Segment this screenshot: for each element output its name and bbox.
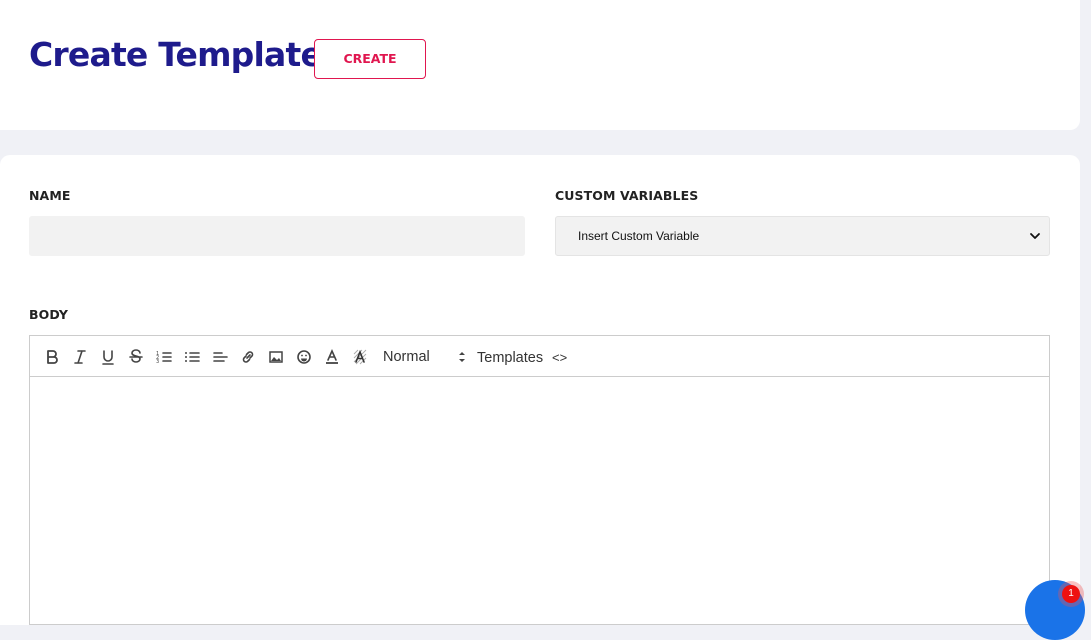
templates-dropdown[interactable]: Templates bbox=[477, 348, 543, 368]
background-color-icon[interactable] bbox=[351, 348, 369, 366]
custom-variable-selected-value: Insert Custom Variable bbox=[578, 229, 700, 243]
bullet-list-icon[interactable] bbox=[183, 348, 201, 366]
editor-content-area[interactable] bbox=[30, 377, 1049, 624]
rich-text-editor: 123 Normal Templates <> bbox=[29, 335, 1050, 625]
body-label: BODY bbox=[29, 307, 69, 322]
align-left-icon[interactable] bbox=[211, 348, 229, 366]
page-title: Create Template bbox=[29, 35, 323, 74]
image-icon[interactable] bbox=[267, 348, 285, 366]
italic-icon[interactable] bbox=[71, 348, 89, 366]
custom-variables-label: CUSTOM VARIABLES bbox=[555, 188, 699, 203]
strikethrough-icon[interactable] bbox=[127, 348, 145, 366]
create-button[interactable]: CREATE bbox=[314, 39, 426, 79]
ordered-list-icon[interactable]: 123 bbox=[155, 348, 173, 366]
code-view-button[interactable]: <> bbox=[552, 348, 567, 368]
custom-variable-select[interactable]: Insert Custom Variable bbox=[555, 216, 1050, 256]
name-input[interactable] bbox=[29, 216, 525, 256]
heading-select[interactable]: Normal bbox=[383, 347, 430, 367]
bold-icon[interactable] bbox=[43, 348, 61, 366]
notification-badge: 1 bbox=[1062, 585, 1080, 603]
chevron-down-icon bbox=[1030, 233, 1040, 239]
name-label: NAME bbox=[29, 188, 71, 203]
emoji-icon[interactable] bbox=[295, 348, 313, 366]
svg-text:3: 3 bbox=[156, 359, 159, 365]
text-color-icon[interactable] bbox=[323, 348, 341, 366]
editor-toolbar: 123 Normal Templates <> bbox=[30, 336, 1049, 377]
link-icon[interactable] bbox=[239, 348, 257, 366]
underline-icon[interactable] bbox=[99, 348, 117, 366]
heading-select-arrows-icon[interactable] bbox=[454, 348, 470, 366]
